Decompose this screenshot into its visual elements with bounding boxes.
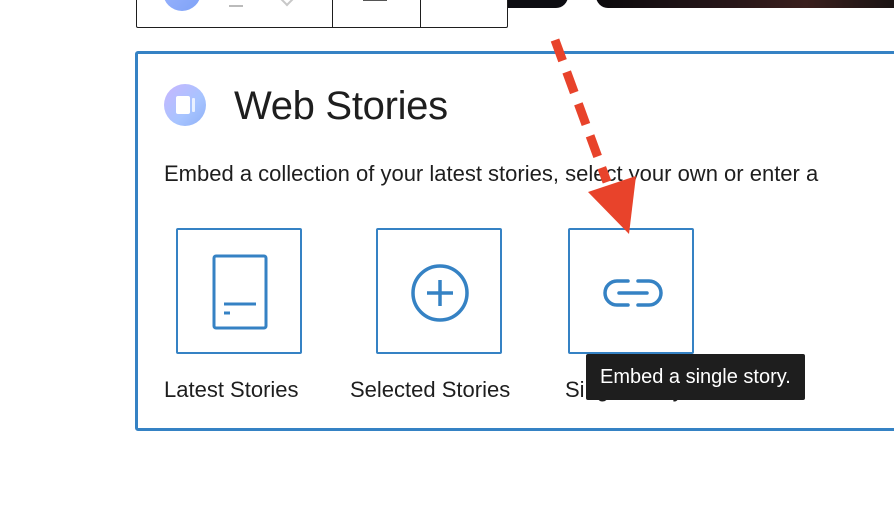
block-title: Web Stories xyxy=(234,84,448,128)
toolbar-align-button[interactable] xyxy=(333,0,421,27)
selected-stories-button[interactable] xyxy=(376,228,502,354)
plus-circle-icon xyxy=(411,264,469,322)
block-type-icon xyxy=(163,0,201,11)
move-arrows-icon[interactable] xyxy=(229,0,243,7)
block-toolbar xyxy=(136,0,508,28)
latest-stories-icon xyxy=(212,254,268,330)
media-thumbnail xyxy=(508,0,568,8)
block-description: Embed a collection of your latest storie… xyxy=(164,161,819,186)
align-icon xyxy=(363,0,387,1)
toolbar-more-button[interactable] xyxy=(421,0,507,27)
chevron-down-icon[interactable] xyxy=(275,0,299,7)
latest-stories-button[interactable] xyxy=(176,228,302,354)
latest-stories-label: Latest Stories xyxy=(164,377,299,402)
single-story-button[interactable] xyxy=(568,228,694,354)
web-stories-logo-icon xyxy=(164,84,206,126)
link-icon xyxy=(603,279,663,307)
toolbar-group-block-type[interactable] xyxy=(137,0,333,27)
media-thumbnail xyxy=(596,0,894,8)
selected-stories-label: Selected Stories xyxy=(350,377,511,402)
tooltip: Embed a single story. xyxy=(586,354,805,400)
